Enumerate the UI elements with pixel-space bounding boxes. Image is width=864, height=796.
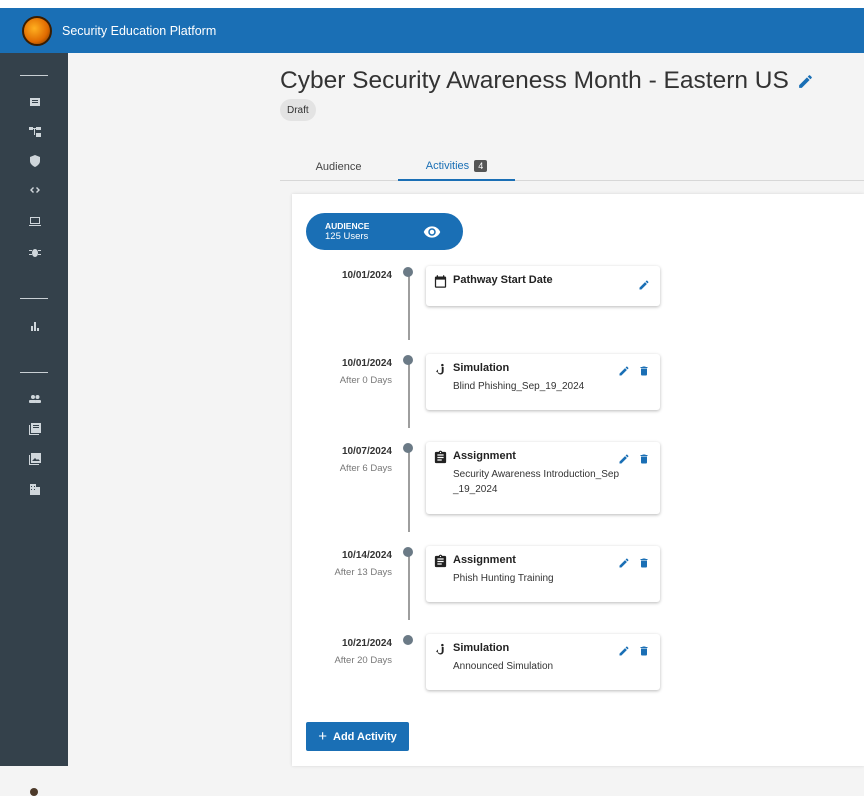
main-content: Cyber Security Awareness Month - Eastern…: [68, 53, 864, 766]
timeline-after: After 13 Days: [334, 567, 392, 578]
delete-icon[interactable]: [638, 644, 650, 656]
tab-activities-label: Activities: [425, 160, 470, 172]
sidebar-collapse-icon[interactable]: [30, 788, 38, 796]
clipboard-icon: [433, 554, 448, 569]
tab-activities[interactable]: Activities 4: [398, 153, 515, 181]
shield-icon[interactable]: [29, 154, 41, 167]
edit-icon[interactable]: [638, 278, 650, 290]
edit-title-icon[interactable]: [797, 73, 814, 90]
tab-audience[interactable]: Audience: [280, 153, 397, 181]
timeline-date: 10/21/2024: [341, 638, 392, 649]
images-icon[interactable]: [29, 452, 41, 465]
edit-icon[interactable]: [618, 644, 630, 656]
calendar-icon: [433, 274, 448, 289]
building-icon[interactable]: [29, 483, 41, 495]
timeline-date: 10/01/2024: [341, 358, 392, 369]
delete-icon[interactable]: [638, 556, 650, 568]
timeline-after: After 6 Days: [339, 463, 392, 474]
users-icon[interactable]: [29, 393, 41, 404]
hierarchy-icon[interactable]: [29, 126, 41, 137]
activity-type: Assignment: [453, 450, 516, 462]
activity-type: Assignment: [453, 554, 516, 566]
activity-card-simulation[interactable]: Simulation Blind Phishing_Sep_19_2024: [426, 354, 660, 410]
monitor-icon[interactable]: [29, 215, 41, 226]
activities-panel: AUDIENCE 125 Users 10/01/2024 Pathway St…: [292, 194, 864, 766]
app-title: Security Education Platform: [62, 23, 217, 38]
activity-type: Simulation: [453, 362, 510, 374]
timeline-connector: [408, 364, 410, 428]
sidebar: [0, 53, 68, 796]
delete-icon[interactable]: [638, 452, 650, 464]
code-icon[interactable]: [29, 184, 41, 195]
sidebar-divider: [20, 372, 48, 373]
plus-icon: +: [318, 728, 327, 745]
activity-type: Pathway Start Date: [453, 274, 553, 286]
dashboard-icon[interactable]: [29, 96, 41, 107]
activity-name: Phish Hunting Training: [453, 573, 554, 584]
activity-card-pathway-start[interactable]: Pathway Start Date: [426, 266, 660, 306]
clipboard-icon: [433, 450, 448, 465]
status-badge: Draft: [280, 99, 316, 121]
audience-label: AUDIENCE: [325, 221, 370, 231]
page-title-text: Cyber Security Awareness Month - Eastern…: [280, 67, 789, 94]
timeline-dot: [403, 443, 413, 453]
edit-icon[interactable]: [618, 364, 630, 376]
activity-name: Blind Phishing_Sep_19_2024: [453, 381, 585, 392]
activity-name: Announced Simulation: [453, 661, 554, 672]
timeline-after: After 0 Days: [339, 375, 392, 386]
add-activity-button[interactable]: + Add Activity: [306, 722, 409, 751]
audience-pill[interactable]: AUDIENCE 125 Users: [306, 213, 463, 250]
sidebar-divider: [20, 298, 48, 299]
timeline-connector: [408, 452, 410, 532]
bug-icon[interactable]: [29, 246, 41, 257]
activity-card-assignment[interactable]: Assignment Phish Hunting Training: [426, 546, 660, 602]
activity-type: Simulation: [453, 642, 510, 654]
eye-icon[interactable]: [423, 223, 441, 241]
activities-count-badge: 4: [474, 160, 488, 172]
window-top-strip: [0, 0, 864, 8]
tab-audience-label: Audience: [315, 161, 362, 173]
timeline-after: After 20 Days: [334, 655, 392, 666]
timeline-connector: [408, 276, 410, 340]
hook-icon: [433, 642, 448, 657]
library-icon[interactable]: [29, 422, 41, 435]
timeline-dot: [403, 267, 413, 277]
timeline-date: 10/07/2024: [341, 446, 392, 457]
timeline-dot: [403, 355, 413, 365]
audience-users: 125 Users: [325, 231, 369, 242]
page-title: Cyber Security Awareness Month - Eastern…: [280, 67, 814, 95]
activity-card-simulation[interactable]: Simulation Announced Simulation: [426, 634, 660, 690]
activity-card-assignment[interactable]: Assignment Security Awareness Introducti…: [426, 442, 660, 514]
bar-chart-icon[interactable]: [29, 320, 41, 331]
edit-icon[interactable]: [618, 556, 630, 568]
app-logo-icon[interactable]: [22, 15, 52, 46]
delete-icon[interactable]: [638, 364, 650, 376]
timeline-dot: [403, 635, 413, 645]
edit-icon[interactable]: [618, 452, 630, 464]
hook-icon: [433, 362, 448, 377]
activity-name: Security Awareness Introduction_Sep_19_2…: [453, 469, 620, 495]
timeline-date: 10/01/2024: [341, 270, 392, 281]
tab-bar: Audience Activities 4: [280, 153, 864, 181]
timeline-dot: [403, 547, 413, 557]
sidebar-divider: [20, 75, 48, 76]
timeline-date: 10/14/2024: [341, 550, 392, 561]
add-activity-label: Add Activity: [333, 730, 397, 743]
app-header: Security Education Platform: [0, 8, 864, 53]
timeline-connector: [408, 556, 410, 620]
